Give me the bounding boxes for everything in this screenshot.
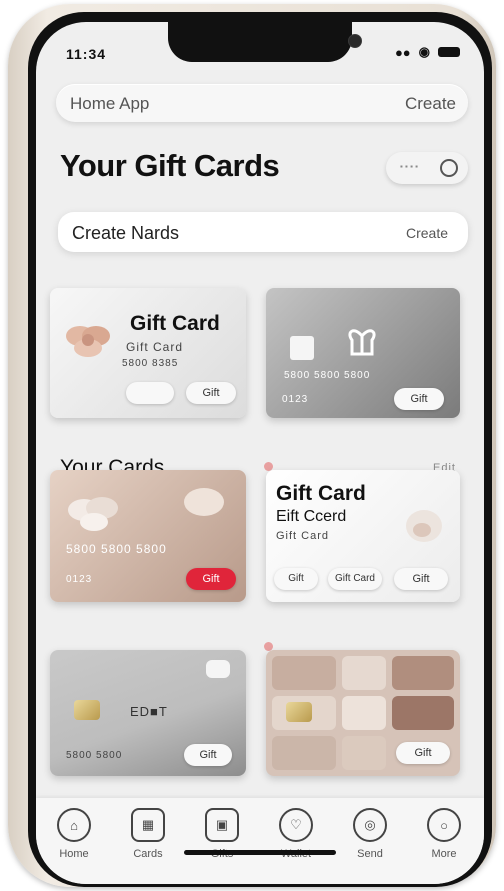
gift-button[interactable]: Gift [184, 744, 232, 766]
card-expiry: 0123 [66, 574, 93, 585]
card-subtitle: Eift Ccerd [276, 508, 347, 525]
tile [342, 656, 386, 690]
search-icon [440, 159, 458, 177]
wifi-icon: ◉ [418, 44, 430, 59]
gift-button[interactable]: Gift [394, 388, 444, 410]
screen: 11:34 ●● ◉ Home App Create Your Gift Car… [36, 22, 484, 884]
card-logo [290, 336, 314, 360]
nav-label: More [431, 848, 457, 860]
create-cards-action[interactable]: Create [406, 225, 448, 241]
tile [392, 656, 454, 690]
wallet-icon: ♡ [279, 808, 313, 842]
card-title: Gift Card [130, 312, 220, 335]
create-button[interactable]: Create [405, 94, 456, 114]
tile [392, 696, 454, 730]
create-cards-bar[interactable]: Create Nards Create [58, 212, 468, 252]
gift-button[interactable]: Gift [186, 568, 236, 590]
card-number: 5800 5800 5800 [66, 542, 167, 556]
create-cards-label: Create Nards [72, 223, 180, 243]
card-name: ED■T [130, 704, 168, 719]
bow-icon [66, 326, 110, 357]
filter-pill[interactable]: ▪ ▪ ▪ ▪ [386, 152, 468, 184]
card-detail: Gift Card [276, 530, 330, 542]
gift-card-5[interactable]: ED■T 5800 5800 Gift [50, 650, 246, 776]
card-number: 5800 8385 [122, 358, 179, 369]
card-number: 5800 5800 5800 [284, 370, 371, 381]
pill-text: ▪ ▪ ▪ ▪ [400, 162, 419, 171]
gift-card-3[interactable]: 5800 5800 5800 0123 Gift [50, 470, 246, 602]
card-subtitle: Gift Card [126, 340, 184, 354]
gift-button[interactable]: Gift [186, 382, 236, 404]
page-title: Your Gift Cards [60, 148, 280, 183]
flower-icon [68, 497, 118, 531]
card-number: 5800 5800 [66, 750, 123, 761]
ribbon-icon [406, 510, 442, 542]
send-icon: ◎ [353, 808, 387, 842]
top-bar: Home App Create [56, 84, 468, 122]
notch [168, 22, 362, 62]
tag-button[interactable]: Gift [274, 568, 318, 590]
flower-icon [184, 488, 224, 516]
tile [272, 736, 336, 770]
tile [342, 696, 386, 730]
nav-cards[interactable]: ▦ Cards [118, 808, 178, 860]
card-pill[interactable] [126, 382, 174, 404]
more-icon: ○ [427, 808, 461, 842]
nav-label: Cards [133, 848, 163, 860]
status-time: 11:34 [66, 46, 107, 62]
camera [348, 34, 362, 48]
bottom-nav: ⌂ Home ▦ Cards ▣ Gifts ♡ Wallet ◎ Send ○… [36, 798, 484, 884]
gift-card-2[interactable]: 5800 5800 5800 0123 Gift [266, 288, 460, 418]
gift-icon: ▣ [205, 808, 239, 842]
nav-send[interactable]: ◎ Send [340, 808, 400, 860]
gift-icon [348, 329, 376, 356]
gift-card-1[interactable]: Gift Card Gift Card 5800 8385 Gift [50, 288, 246, 418]
gift-card-6[interactable]: Gift [266, 650, 460, 776]
status-icons: ●● ◉ [395, 44, 460, 60]
nav-label: Send [357, 848, 383, 860]
app-name: Home App [70, 94, 150, 113]
tag-button[interactable]: Gift Card [328, 568, 382, 590]
cards-icon: ▦ [131, 808, 165, 842]
nav-more[interactable]: ○ More [414, 808, 474, 860]
card-title: Gift Card [276, 482, 366, 505]
nav-label: Home [59, 848, 89, 860]
battery-icon [438, 47, 460, 57]
nav-home[interactable]: ⌂ Home [44, 808, 104, 860]
chip-icon [74, 700, 100, 720]
chip-icon [286, 702, 312, 722]
signal-icon: ●● [394, 44, 411, 60]
tile [342, 736, 386, 770]
card-logo [206, 660, 230, 678]
card-expiry: 0123 [282, 394, 309, 405]
home-icon: ⌂ [57, 808, 91, 842]
gift-button[interactable]: Gift [396, 742, 450, 764]
gift-card-4[interactable]: Gift Card Eift Ccerd Gift Card Gift Gift… [266, 470, 460, 602]
tile [272, 656, 336, 690]
gift-button[interactable]: Gift [394, 568, 448, 590]
home-indicator [184, 850, 336, 855]
